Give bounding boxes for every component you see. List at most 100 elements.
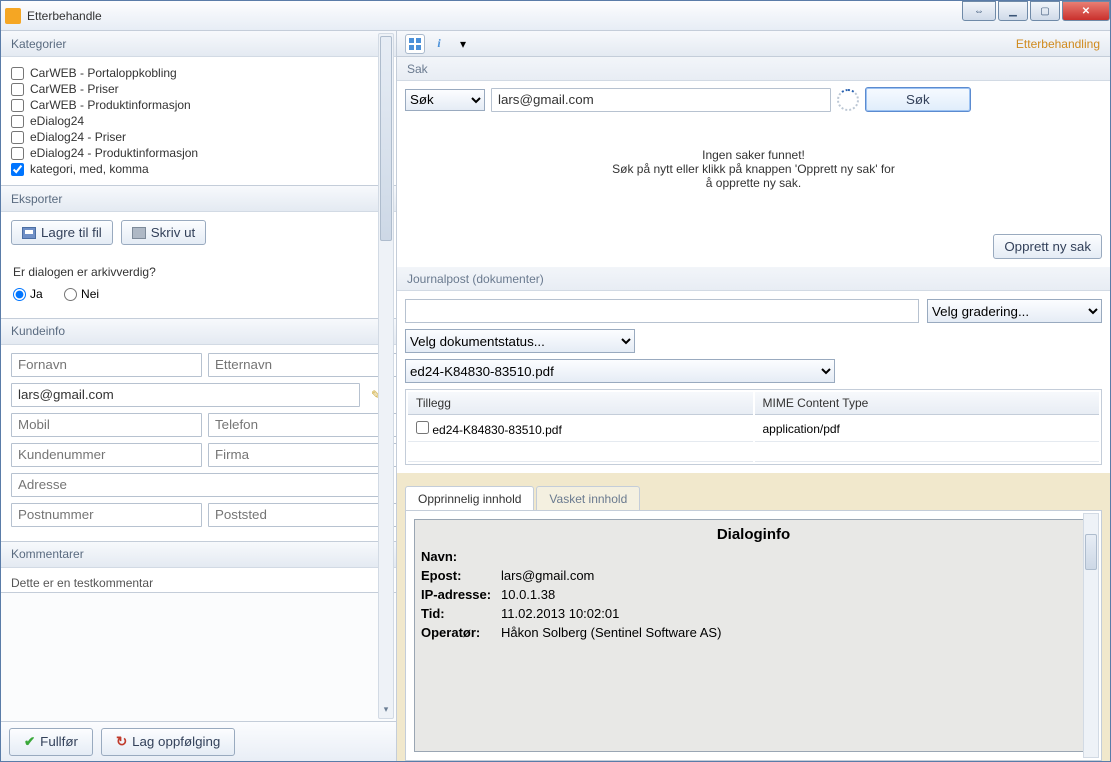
kategori-checkbox[interactable] [11,99,24,112]
journal-body: Velg gradering... Velg dokumentstatus...… [397,291,1110,473]
col-tillegg[interactable]: Tillegg [408,392,753,415]
kategori-item[interactable]: eDialog24 [11,113,386,129]
panel-eksporter: Eksporter Lagre til fil Skriv ut Er dial… [1,186,396,319]
tab-vasket[interactable]: Vasket innhold [536,486,640,511]
left-scrollbar[interactable]: ▴ ▾ [378,33,394,719]
panel-title: Kategorier [11,37,66,51]
kategori-checkbox[interactable] [11,147,24,160]
dokumentstatus-select[interactable]: Velg dokumentstatus... [405,329,635,353]
reload-icon: ↻ [116,734,127,750]
panel-kundeinfo: Kundeinfo ✎ [1,319,396,542]
app-icon [5,8,21,24]
scroll-down-icon[interactable]: ▾ [379,704,393,718]
kategori-item[interactable]: CarWEB - Produktinformasjon [11,97,386,113]
dialoginfo-key: Operatør: [421,625,501,640]
sak-body: Søk Søk Ingen saker funnet! Søk på nytt … [397,81,1110,267]
telefon-input[interactable] [208,413,396,437]
scrollbar-thumb[interactable] [1085,534,1097,570]
window: Etterbehandle ⇔ ▁ ▢ ✕ Kategorier CarWEB … [0,0,1111,762]
dropdown-arrow-icon[interactable]: ▾ [453,34,473,54]
kategori-item[interactable]: kategori, med, komma [11,161,386,177]
etternavn-input[interactable] [208,353,396,377]
arkiv-ja-option[interactable]: Ja [13,287,43,301]
panel-header-kundeinfo[interactable]: Kundeinfo [1,319,396,345]
kategori-checkbox[interactable] [11,115,24,128]
panel-header-eksporter[interactable]: Eksporter [1,186,396,212]
sak-type-select[interactable]: Søk [405,89,485,111]
dialoginfo-value: 10.0.1.38 [501,587,555,602]
lagre-til-fil-button[interactable]: Lagre til fil [11,220,113,245]
kategorier-list: CarWEB - Portaloppkobling CarWEB - Prise… [1,57,396,185]
sok-button[interactable]: Søk [865,87,971,112]
kategori-label: eDialog24 - Priser [30,130,126,144]
dialoginfo-key: Tid: [421,606,501,621]
lag-oppfolging-button[interactable]: ↻Lag oppfølging [101,728,235,756]
kategori-checkbox[interactable] [11,83,24,96]
kategori-item[interactable]: CarWEB - Priser [11,81,386,97]
section-title-journal: Journalpost (dokumenter) [397,267,1110,291]
dialoginfo-title: Dialoginfo [415,520,1092,547]
panel-kategorier: Kategorier CarWEB - Portaloppkobling Car… [1,31,396,186]
attachment-mime: application/pdf [755,417,1100,442]
radio[interactable] [64,288,77,301]
journal-title-input[interactable] [405,299,919,323]
kategori-label: eDialog24 - Produktinformasjon [30,146,198,160]
scrollbar-thumb[interactable] [380,36,392,241]
postnummer-input[interactable] [11,503,202,527]
tab-content: Dialoginfo Navn: Epost:lars@gmail.com IP… [405,510,1102,761]
table-row-empty [408,444,1099,462]
button-label: Lagre til fil [41,225,102,240]
panel-title: Eksporter [11,192,62,206]
titlebar: Etterbehandle ⇔ ▁ ▢ ✕ [1,1,1110,31]
adresse-input[interactable] [11,473,386,497]
check-icon: ✔ [24,734,35,750]
panel-header-kommentarer[interactable]: Kommentarer [1,542,396,568]
kategori-label: CarWEB - Priser [30,82,119,96]
arkiv-nei-option[interactable]: Nei [64,287,99,301]
kategori-checkbox[interactable] [11,131,24,144]
panel-title: Kundeinfo [11,324,65,338]
window-title: Etterbehandle [27,9,102,23]
kategori-checkbox[interactable] [11,163,24,176]
sak-empty-message: Ingen saker funnet! Søk på nytt eller kl… [405,118,1102,230]
dialoginfo-value: Håkon Solberg (Sentinel Software AS) [501,625,721,640]
button-label: Opprett ny sak [1004,239,1091,254]
grid-icon-button[interactable] [405,34,425,54]
skriv-ut-button[interactable]: Skriv ut [121,220,206,245]
kategori-label: CarWEB - Produktinformasjon [30,98,191,112]
sak-search-input[interactable] [491,88,831,112]
tab-opprinnelig[interactable]: Opprinnelig innhold [405,486,534,511]
poststed-input[interactable] [208,503,396,527]
kategori-item[interactable]: CarWEB - Portaloppkobling [11,65,386,81]
window-minimize-button[interactable]: ▁ [998,1,1028,21]
mobil-input[interactable] [11,413,202,437]
radio[interactable] [13,288,26,301]
left-pane: Kategorier CarWEB - Portaloppkobling Car… [1,31,397,761]
gradering-select[interactable]: Velg gradering... [927,299,1102,323]
window-maximize-button[interactable]: ▢ [1030,1,1060,21]
email-input[interactable] [11,383,360,407]
info-icon-button[interactable]: i [429,34,449,54]
col-mime[interactable]: MIME Content Type [755,392,1100,415]
kundenummer-input[interactable] [11,443,202,467]
attachment-checkbox[interactable] [416,421,429,434]
dialoginfo-box: Dialoginfo Navn: Epost:lars@gmail.com IP… [414,519,1093,752]
fullfor-button[interactable]: ✔ Fullfør [9,728,93,756]
window-close-button[interactable]: ✕ [1062,1,1110,21]
section-title-sak: Sak [397,57,1110,81]
panel-header-kategorier[interactable]: Kategorier [1,31,396,57]
opprett-ny-sak-button[interactable]: Opprett ny sak [993,234,1102,259]
kategori-checkbox[interactable] [11,67,24,80]
firma-input[interactable] [208,443,396,467]
table-row[interactable]: ed24-K84830-83510.pdf application/pdf [408,417,1099,442]
button-label: Fullfør [40,734,78,749]
button-label: Skriv ut [151,225,195,240]
fornavn-input[interactable] [11,353,202,377]
content-scrollbar[interactable] [1083,513,1099,758]
print-icon [132,227,146,239]
left-footer: ✔ Fullfør ↻Lag oppfølging [1,721,396,761]
kategori-item[interactable]: eDialog24 - Produktinformasjon [11,145,386,161]
file-select[interactable]: ed24-K84830-83510.pdf [405,359,835,383]
kategori-item[interactable]: eDialog24 - Priser [11,129,386,145]
window-help-button[interactable]: ⇔ [962,1,996,21]
